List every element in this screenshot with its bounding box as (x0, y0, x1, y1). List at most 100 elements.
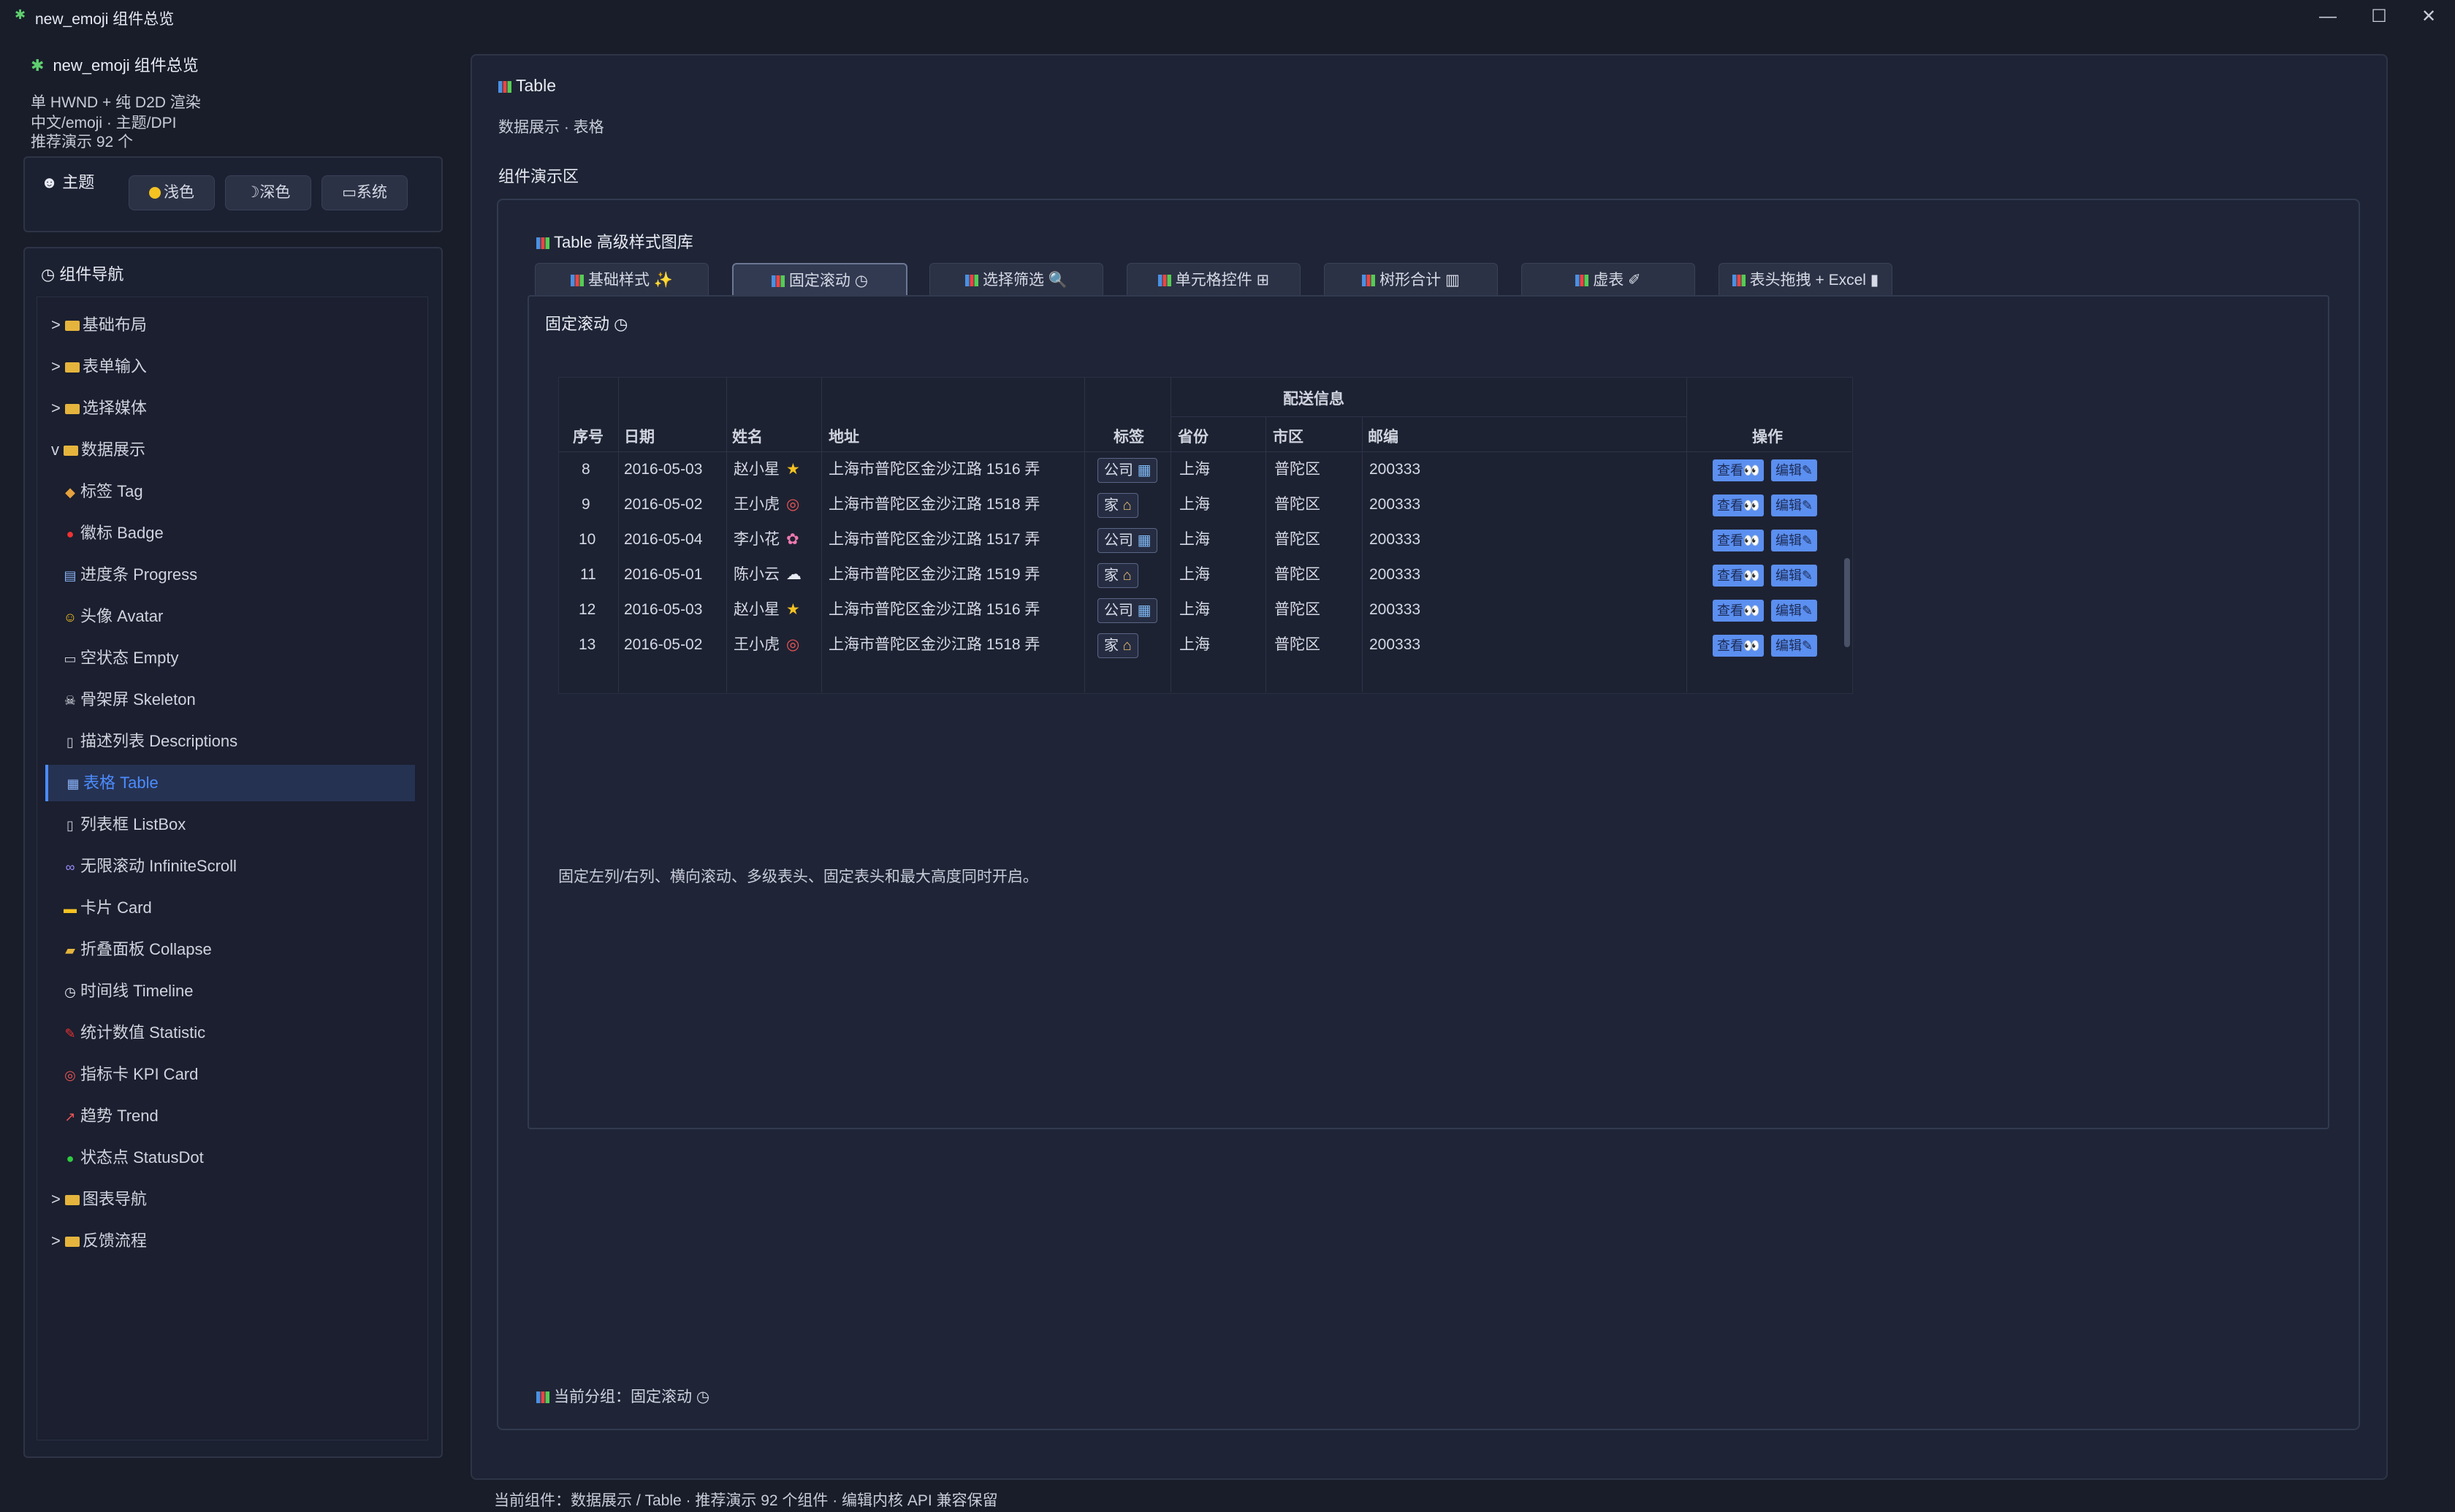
bar-chart-icon (1157, 275, 1171, 286)
eyes-icon: 👀 (1743, 638, 1760, 653)
nav-group-media[interactable]: > 选择媒体 (51, 390, 147, 427)
minimize-button[interactable]: — (2313, 4, 2342, 29)
table-row[interactable]: 9 2016-05-02 王小虎 ◎ 上海市普陀区金沙江路 1518 弄 家 ⌂… (558, 487, 1844, 522)
view-label: 查看 (1717, 603, 1743, 618)
sparkle-icon: ✱ (15, 7, 26, 22)
nav-item-collapse[interactable]: ▰ 折叠面板 Collapse (63, 931, 212, 968)
nav-item-trend[interactable]: ↗ 趋势 Trend (63, 1098, 158, 1134)
theme-system-button[interactable]: ▭系统 (321, 175, 408, 210)
theme-label: ☻ 主题 (41, 169, 94, 193)
page-subtitle: 数据展示 · 表格 (498, 119, 604, 136)
view-button[interactable]: 查看👀 (1713, 530, 1765, 551)
column-header-date[interactable]: 日期 (624, 425, 655, 447)
view-button[interactable]: 查看👀 (1713, 635, 1765, 657)
clipboard-icon: ▯ (66, 818, 74, 833)
edit-button[interactable]: 编辑✎ (1771, 459, 1818, 481)
house-icon: ⌂ (1122, 568, 1132, 584)
nav-group-feedback[interactable]: > 反馈流程 (51, 1223, 147, 1259)
view-label: 查看 (1717, 463, 1743, 478)
view-button[interactable]: 查看👀 (1713, 495, 1765, 516)
nav-group-label: 基础布局 (82, 316, 147, 334)
bar-chart-icon: ▦ (66, 776, 80, 791)
cell-no: 9 (582, 496, 590, 513)
cell-name: 王小虎 (734, 496, 780, 513)
tab-select-filter[interactable]: 选择筛选 🔍 (929, 263, 1103, 298)
nav-item-skeleton[interactable]: ☠ 骨架屏 Skeleton (63, 681, 196, 718)
nav-item-statistic[interactable]: ✎ 统计数值 Statistic (63, 1015, 205, 1051)
view-button[interactable]: 查看👀 (1713, 600, 1765, 622)
eyes-icon: 👀 (1743, 498, 1760, 513)
nav-item-listbox[interactable]: ▯ 列表框 ListBox (63, 806, 186, 843)
theme-dark-button[interactable]: ☽深色 (225, 175, 311, 210)
nav-item-progress[interactable]: ▤ 进度条 Progress (63, 557, 197, 593)
palette-icon: ☻ (41, 173, 63, 191)
info-line: 单 HWND + 纯 D2D 渲染 (31, 94, 201, 111)
tag-company: 公司 ▦ (1097, 598, 1158, 623)
tab-virtual[interactable]: 虚表 ✐ (1521, 263, 1695, 298)
tab-label: 单元格控件 ⊞ (1175, 272, 1270, 289)
star-icon: ★ (786, 601, 800, 618)
nav-item-label: 统计数值 Statistic (80, 1023, 206, 1042)
tab-tree-summary[interactable]: 树形合计 ▥ (1324, 263, 1498, 298)
table-scrollbar[interactable] (1844, 558, 1850, 647)
nav-item-tag[interactable]: ◆ 标签 Tag (63, 473, 143, 510)
column-header-no[interactable]: 序号 (573, 425, 604, 447)
tag-text: 家 (1104, 497, 1119, 513)
theme-light-button[interactable]: 浅色 (129, 175, 215, 210)
nav-group-chart[interactable]: > 图表导航 (51, 1181, 147, 1218)
nav-item-empty[interactable]: ▭ 空状态 Empty (63, 640, 178, 676)
tab-header-drag-excel[interactable]: 表头拖拽 + Excel ▮ (1718, 263, 1892, 298)
column-header-city[interactable]: 市区 (1273, 425, 1303, 447)
column-header-name[interactable]: 姓名 (732, 425, 763, 447)
tab-fixed-scroll[interactable]: 固定滚动 ◷ (732, 263, 907, 299)
tag-company: 公司 ▦ (1097, 458, 1158, 483)
edit-button[interactable]: 编辑✎ (1771, 495, 1818, 516)
table-row[interactable]: 13 2016-05-02 王小虎 ◎ 上海市普陀区金沙江路 1518 弄 家 … (558, 627, 1844, 663)
cell-address: 上海市普陀区金沙江路 1518 弄 (829, 636, 1040, 653)
compass-icon: ◷ (41, 265, 60, 283)
nav-group-label: 反馈流程 (82, 1232, 147, 1250)
nav-item-label: 卡片 Card (80, 898, 152, 917)
tab-cell-controls[interactable]: 单元格控件 ⊞ (1127, 263, 1301, 298)
table-row[interactable]: 11 2016-05-01 陈小云 ☁ 上海市普陀区金沙江路 1519 弄 家 … (558, 557, 1844, 592)
nav-item-badge[interactable]: ● 徽标 Badge (63, 515, 164, 551)
cell-date: 2016-05-02 (624, 496, 703, 513)
nav-group-layout[interactable]: > 基础布局 (51, 307, 147, 343)
nav-item-descriptions[interactable]: ▯ 描述列表 Descriptions (63, 723, 237, 760)
tab-label: 树形合计 ▥ (1379, 272, 1460, 289)
nav-item-infinitescroll[interactable]: ∞ 无限滚动 InfiniteScroll (63, 848, 237, 885)
expand-arrow: > (51, 357, 61, 375)
nav-item-kpi[interactable]: ◎ 指标卡 KPI Card (63, 1056, 198, 1093)
column-header-actions[interactable]: 操作 (1752, 425, 1783, 447)
table-row[interactable]: 12 2016-05-03 赵小星 ★ 上海市普陀区金沙江路 1516 弄 公司… (558, 592, 1844, 627)
nav-item-avatar[interactable]: ☺ 头像 Avatar (63, 598, 164, 635)
nav-item-statusdot[interactable]: ● 状态点 StatusDot (63, 1139, 204, 1176)
nav-item-timeline[interactable]: ◷ 时间线 Timeline (63, 973, 193, 1009)
cell-address: 上海市普陀区金沙江路 1518 弄 (829, 496, 1040, 513)
tab-basic[interactable]: 基础样式 ✨ (535, 263, 709, 298)
view-button[interactable]: 查看👀 (1713, 565, 1765, 587)
table-row[interactable]: 10 2016-05-04 李小花 ✿ 上海市普陀区金沙江路 1517 弄 公司… (558, 522, 1844, 557)
nav-item-card[interactable]: ▬ 卡片 Card (63, 890, 152, 926)
nav-group-data[interactable]: v 数据展示 (51, 432, 145, 468)
edit-button[interactable]: 编辑✎ (1771, 530, 1818, 551)
edit-button[interactable]: 编辑✎ (1771, 600, 1818, 622)
close-button[interactable]: ✕ (2414, 4, 2443, 29)
view-label: 查看 (1717, 638, 1743, 653)
nav-item-label: 列表框 ListBox (80, 815, 186, 833)
nav-group-form[interactable]: > 表单输入 (51, 348, 147, 385)
current-group-text: 当前分组：固定滚动 ◷ (554, 1389, 710, 1405)
column-header-zip[interactable]: 邮编 (1368, 425, 1398, 447)
edit-label: 编辑 (1775, 533, 1802, 548)
edit-button[interactable]: 编辑✎ (1771, 565, 1818, 587)
folder-icon (64, 1237, 80, 1247)
column-header-province[interactable]: 省份 (1178, 425, 1209, 447)
nav-item-table[interactable]: ▦ 表格 Table (45, 765, 415, 801)
view-button[interactable]: 查看👀 (1713, 459, 1765, 481)
table-row[interactable]: 8 2016-05-03 赵小星 ★ 上海市普陀区金沙江路 1516 弄 公司 … (558, 452, 1844, 487)
edit-button[interactable]: 编辑✎ (1771, 635, 1818, 657)
column-header-address[interactable]: 地址 (829, 425, 859, 447)
maximize-button[interactable]: ☐ (2364, 4, 2394, 29)
cell-address: 上海市普陀区金沙江路 1517 弄 (829, 531, 1040, 548)
column-header-tag[interactable]: 标签 (1114, 425, 1144, 447)
